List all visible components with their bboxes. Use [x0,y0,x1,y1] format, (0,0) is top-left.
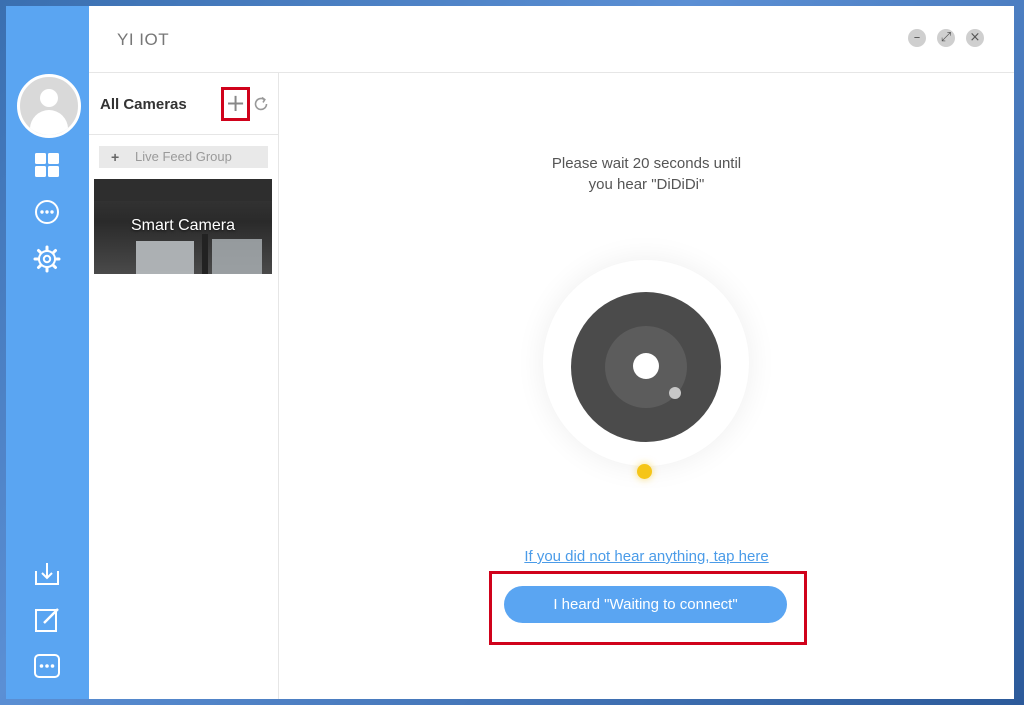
cameras-panel-title: All Cameras [100,96,187,113]
refresh-icon[interactable] [252,95,270,113]
live-feed-group-label: Live Feed Group [135,149,232,164]
did-not-hear-link[interactable]: If you did not hear anything, tap here [279,548,1014,565]
instruction-text: Please wait 20 seconds until you hear "D… [279,153,1014,195]
more-icon[interactable] [32,651,62,681]
app-title: YI IOT [117,30,170,49]
restore-button[interactable]: ⤢ [937,29,955,47]
camera-thumbnail-window [136,241,194,274]
add-camera-button[interactable]: + [221,87,250,121]
live-feed-group-button[interactable]: + Live Feed Group [99,146,268,168]
speaker-illustration [571,292,721,442]
instruction-line-1: Please wait 20 seconds until [551,155,742,172]
download-icon[interactable] [32,559,62,589]
plus-icon: + [111,149,120,165]
app-window: YI IOT – ⤢ × All Cameras + + Live Feed G… [6,6,1014,699]
speaker-center-dot [633,353,659,379]
avatar-body [30,110,68,135]
cameras-panel: All Cameras + + Live Feed Group Smart Ca… [89,73,279,699]
avatar-head [40,89,58,107]
gear-icon[interactable] [32,244,62,274]
camera-name: Smart Camera [130,217,236,234]
cameras-panel-header: All Cameras + [89,73,278,135]
close-button[interactable]: × [966,29,984,47]
chat-bubble-icon[interactable] [32,197,62,227]
minimize-button[interactable]: – [908,29,926,47]
edit-icon[interactable] [32,605,62,635]
grid-icon[interactable] [32,150,62,180]
camera-thumbnail-shade [94,179,272,201]
heard-waiting-to-connect-button[interactable]: I heard "Waiting to connect" [504,586,787,623]
title-bar: YI IOT – ⤢ × [89,6,1014,73]
user-avatar[interactable] [17,74,81,138]
camera-card[interactable]: Smart Camera [94,179,272,274]
camera-thumbnail-window [212,239,262,274]
main-content: Please wait 20 seconds until you hear "D… [279,73,1014,699]
camera-thumbnail-frame [202,234,208,274]
speaker-small-dot [669,387,681,399]
status-indicator-light [637,464,652,479]
instruction-line-2: you hear "DiDiDi" [588,176,705,193]
nav-rail [6,6,89,699]
